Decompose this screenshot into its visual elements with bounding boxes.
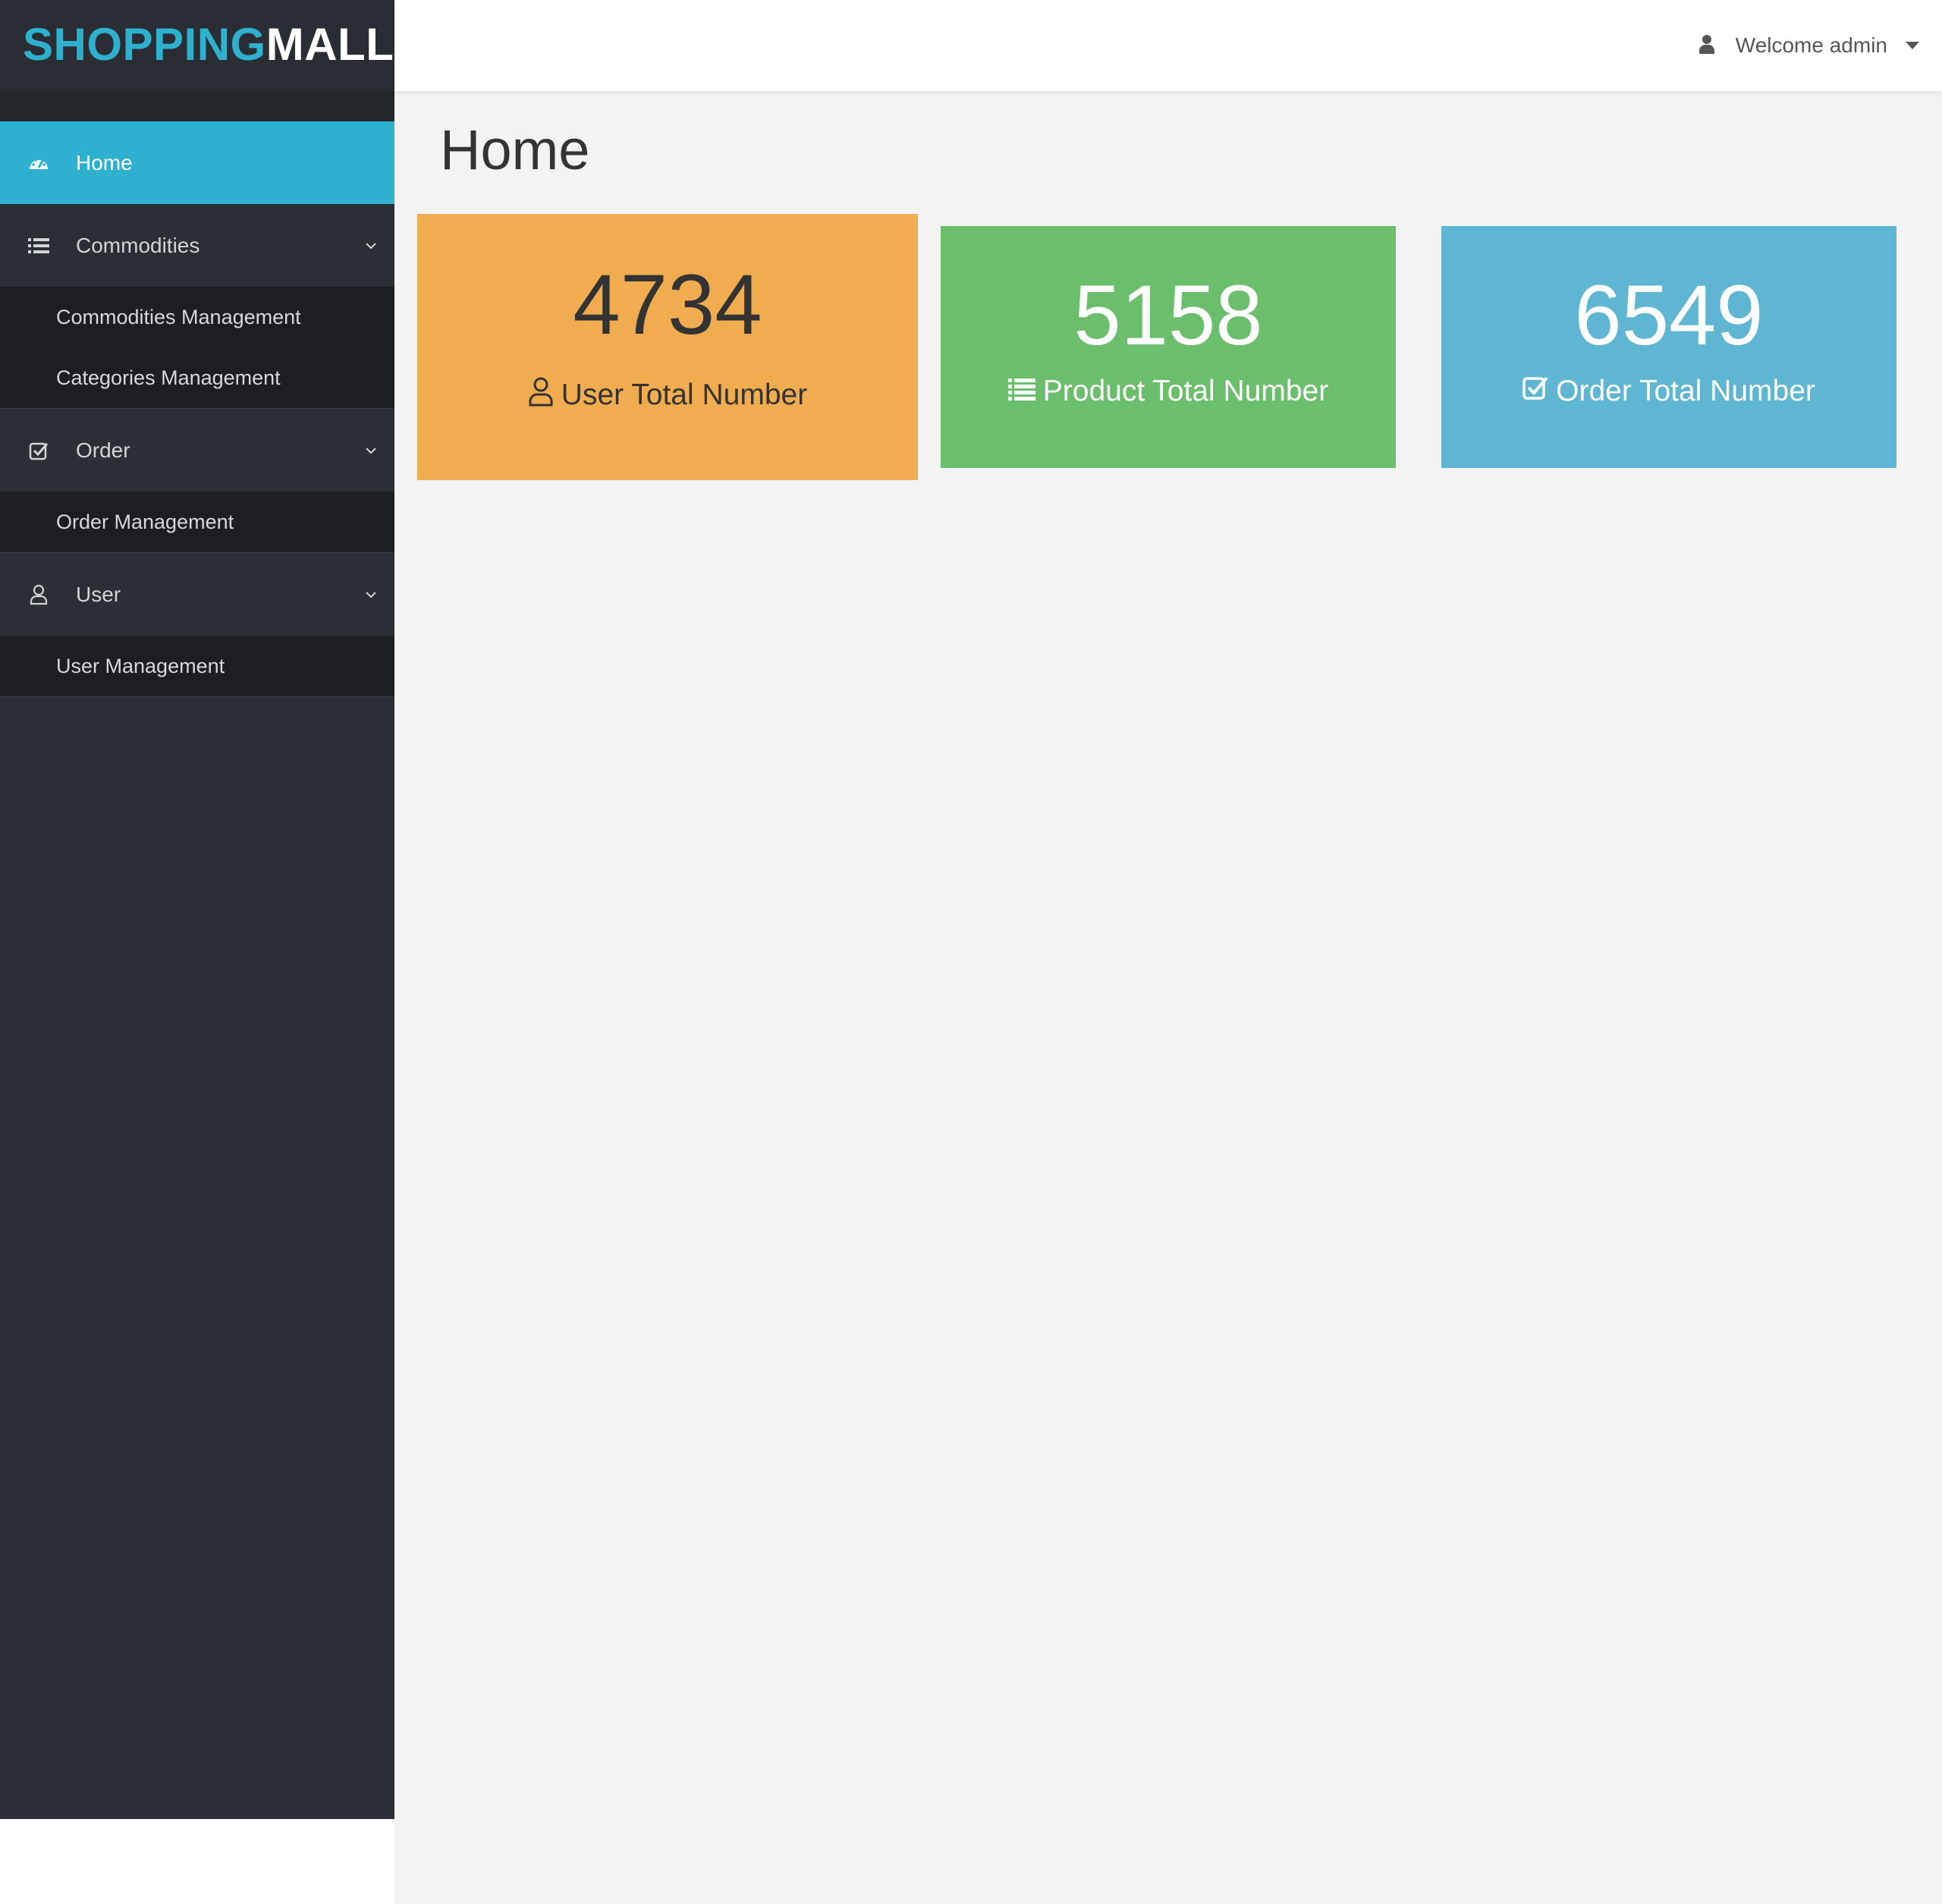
stat-card-users[interactable]: 4734 User Total Number [417, 214, 918, 480]
user-icon [27, 583, 50, 606]
top-header: Welcome admin [394, 0, 1942, 91]
stat-value: 5158 [1073, 268, 1263, 363]
chevron-down-icon[interactable] [363, 586, 379, 603]
page-title: Home [440, 118, 590, 181]
stat-caption-text: User Total Number [561, 379, 808, 411]
user-menu-dropdown[interactable]: Welcome admin [1698, 29, 1919, 62]
order-submenu: Order Management [0, 492, 394, 553]
user-icon [1698, 34, 1720, 57]
user-icon [528, 376, 554, 414]
check-square-icon [1522, 375, 1548, 408]
check-square-icon [27, 439, 50, 462]
sidebar-item-order[interactable]: Order [0, 409, 394, 492]
sidebar-item-categories-management[interactable]: Categories Management [0, 347, 394, 408]
stat-card-orders[interactable]: 6549 Order Total Number [1441, 226, 1896, 468]
welcome-text: Welcome admin [1735, 33, 1887, 57]
sidebar-brand-area: SHOPPINGMALL [0, 0, 394, 91]
sidebar-item-label: Commodities [76, 233, 200, 257]
brand-logo[interactable]: SHOPPINGMALL [23, 20, 394, 70]
caret-down-icon [1906, 42, 1919, 49]
commodities-submenu: Commodities Management Categories Manage… [0, 287, 394, 409]
sidebar-item-home[interactable]: Home [0, 121, 394, 204]
list-icon [27, 234, 50, 257]
list-icon [1007, 375, 1035, 408]
sidebar-item-label: Home [76, 150, 133, 174]
sidebar-item-label: Order [76, 438, 130, 462]
sidebar-item-label: User [76, 582, 121, 606]
user-submenu: User Management [0, 636, 394, 697]
sidebar-item-commodities-management[interactable]: Commodities Management [0, 287, 394, 347]
stat-caption-text: Product Total Number [1042, 375, 1329, 407]
sidebar-item-commodities[interactable]: Commodities [0, 204, 394, 287]
stat-card-products[interactable]: 5158 Product Total Number [941, 226, 1396, 468]
chevron-down-icon[interactable] [363, 442, 379, 459]
stat-caption: User Total Number [417, 376, 918, 414]
chevron-down-icon[interactable] [363, 237, 379, 254]
sidebar-item-user-management[interactable]: User Management [0, 636, 394, 696]
stat-caption: Product Total Number [941, 375, 1396, 408]
stat-caption-text: Order Total Number [1556, 375, 1815, 407]
brand-logo-part2: MALL [266, 19, 394, 70]
dashboard-icon [27, 152, 50, 174]
stat-value: 6549 [1574, 268, 1764, 363]
sidebar-item-user[interactable]: User [0, 553, 394, 636]
stat-caption: Order Total Number [1441, 375, 1896, 408]
brand-logo-part1: SHOPPING [23, 19, 266, 70]
sidebar-footer-blank [0, 1819, 394, 1904]
sidebar-item-order-management[interactable]: Order Management [0, 492, 394, 552]
sidebar-spacer [0, 91, 394, 121]
stat-value: 4734 [573, 257, 762, 352]
sidebar: Home Commodities Commodities Management … [0, 91, 394, 1819]
